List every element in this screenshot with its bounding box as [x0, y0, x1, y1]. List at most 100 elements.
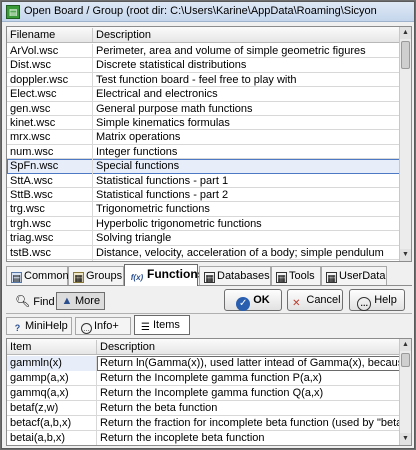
scrollbar-thumb[interactable]: [401, 353, 410, 367]
filename-cell: ArVol.wsc: [7, 44, 93, 59]
scroll-up-arrow-icon[interactable]: ▲: [400, 339, 411, 351]
column-header-item-description[interactable]: Description: [97, 340, 400, 354]
category-tabs: ▤ Common ▦ Groups f(x) Functions ▦ Databases…: [6, 264, 412, 286]
userdata-icon: ▦: [326, 272, 337, 283]
filename-cell: SttB.wsc: [7, 188, 93, 203]
column-header-description[interactable]: Description: [93, 28, 400, 42]
more-button[interactable]: ▲ More: [56, 292, 106, 310]
description-cell: Hyperbolic trigonometric functions: [93, 216, 400, 232]
filename-cell: Dist.wsc: [7, 58, 93, 74]
list-item[interactable]: gammp(a,x) Return the Incomplete gamma fu…: [7, 371, 400, 386]
item-description-cell: Return ln(Gamma(x)), used latter intead …: [97, 356, 400, 371]
table-row[interactable]: ArVol.wsc Perimeter, area and volume of s…: [7, 44, 400, 59]
item-cell: gammp(a,x): [7, 371, 97, 386]
list-item[interactable]: betaf(z,w) Return the beta function: [7, 401, 400, 416]
table-row[interactable]: SttA.wsc Statistical functions - part 1: [7, 173, 400, 189]
filename-cell: Elect.wsc: [7, 87, 93, 103]
tools-icon: ▦: [276, 272, 287, 283]
boards-table: Filename Description ArVol.wsc Perimeter,…: [6, 26, 412, 262]
filename-cell: kinet.wsc: [7, 116, 93, 131]
tab-userdata[interactable]: ▦ UserData: [321, 266, 387, 285]
filename-cell: SpFn.wsc: [7, 159, 93, 175]
filename-cell: trg.wsc: [7, 202, 93, 218]
table-row[interactable]: SpFn.wsc Special functions: [7, 159, 400, 175]
column-header-filename[interactable]: Filename: [7, 28, 93, 42]
filename-cell: gen.wsc: [7, 101, 93, 117]
items-scrollbar[interactable]: ▲ ▼: [399, 339, 411, 445]
list-item[interactable]: betacf(a,b,x) Return the fraction for inc…: [7, 416, 400, 431]
table-row[interactable]: trg.wsc Trigonometric functions: [7, 202, 400, 218]
filename-cell: trgh.wsc: [7, 216, 93, 232]
tab-groups[interactable]: ▦ Groups: [68, 266, 124, 285]
speech-bubble-icon: …: [81, 323, 92, 334]
description-cell: Simple kinematics formulas: [93, 116, 400, 131]
items-table-header: Item Description: [7, 339, 400, 355]
table-row[interactable]: trgh.wsc Hyperbolic trigonometric functio…: [7, 216, 400, 232]
item-cell: betacf(a,b,x): [7, 416, 97, 431]
help-icon: ?: [14, 323, 21, 333]
table-row[interactable]: doppler.wsc Test function board - feel fr…: [7, 72, 400, 88]
item-description-cell: Return the incoplete beta function: [97, 431, 400, 445]
description-cell: Trigonometric functions: [93, 202, 400, 218]
tab-items[interactable]: ☰ Items: [134, 315, 190, 335]
common-icon: ▤: [11, 272, 22, 283]
item-cell: gammq(a,x): [7, 386, 97, 401]
app-icon: ▤: [6, 5, 20, 19]
table-row[interactable]: SttB.wsc Statistical functions - part 2: [7, 188, 400, 203]
close-icon: ✕: [292, 298, 301, 309]
tab-info-plus[interactable]: … Info+: [75, 317, 131, 335]
table-row[interactable]: Elect.wsc Electrical and electronics: [7, 87, 400, 103]
window-title: Open Board / Group (root dir: C:\Users\K…: [24, 5, 377, 17]
open-board-dialog: ▤ Open Board / Group (root dir: C:\Users…: [1, 1, 415, 449]
boards-scrollbar[interactable]: ▲ ▼: [399, 27, 411, 261]
description-cell: General purpose math functions: [93, 101, 400, 117]
boards-table-header: Filename Description: [7, 27, 400, 43]
description-cell: Integer functions: [93, 144, 400, 160]
table-row[interactable]: triag.wsc Solving triangle: [7, 231, 400, 247]
cancel-button[interactable]: ✕ Cancel: [287, 289, 343, 311]
description-cell: Statistical functions - part 1: [93, 173, 400, 189]
tab-functions[interactable]: f(x) Functions: [124, 264, 204, 286]
scroll-up-arrow-icon[interactable]: ▲: [400, 27, 411, 39]
chevron-up-icon: ▲: [61, 295, 73, 307]
table-row[interactable]: num.wsc Integer functions: [7, 144, 400, 160]
filename-cell: num.wsc: [7, 144, 93, 160]
help-button[interactable]: … Help: [349, 289, 405, 311]
description-cell: Solving triangle: [93, 231, 400, 247]
table-row[interactable]: kinet.wsc Simple kinematics formulas: [7, 116, 400, 131]
info-tabs: ? MiniHelp … Info+ ☰ Items: [6, 315, 412, 336]
list-item[interactable]: gammln(x) Return ln(Gamma(x)), used latte…: [7, 356, 400, 371]
table-row[interactable]: tstB.wsc Distance, velocity, acceleration…: [7, 245, 400, 261]
list-icon: ☰: [141, 322, 150, 333]
list-item[interactable]: gammq(a,x) Return the Incomplete gamma fu…: [7, 386, 400, 401]
description-cell: Test function board - feel free to play …: [93, 72, 400, 88]
table-row[interactable]: Dist.wsc Discrete statistical distributio…: [7, 58, 400, 74]
item-description-cell: Return the beta function: [97, 401, 400, 416]
table-row[interactable]: mrx.wsc Matrix operations: [7, 130, 400, 146]
tab-common[interactable]: ▤ Common: [6, 266, 69, 285]
item-description-cell: Return the fraction for incomplete beta …: [97, 416, 400, 431]
table-row[interactable]: gen.wsc General purpose math functions: [7, 101, 400, 117]
find-button[interactable]: 🔍︎ Find: [10, 292, 60, 310]
item-description-cell: Return the Incomplete gamma function P(a…: [97, 371, 400, 386]
scroll-down-arrow-icon[interactable]: ▼: [400, 249, 411, 261]
ok-button[interactable]: ✓ OK: [224, 289, 282, 311]
tab-minihelp[interactable]: ? MiniHelp: [6, 317, 72, 335]
description-cell: Statistical functions - part 2: [93, 188, 400, 203]
scrollbar-thumb[interactable]: [401, 41, 410, 69]
search-icon: 🔍︎: [15, 294, 31, 308]
speech-bubble-icon: …: [357, 297, 372, 311]
item-cell: gammln(x): [7, 356, 97, 371]
tab-tools[interactable]: ▦ Tools: [271, 266, 321, 285]
functions-icon: f(x): [130, 273, 144, 282]
title-bar[interactable]: ▤ Open Board / Group (root dir: C:\Users…: [2, 2, 414, 22]
databases-icon: ▦: [204, 272, 215, 283]
description-cell: Discrete statistical distributions: [93, 58, 400, 74]
column-header-item[interactable]: Item: [7, 340, 97, 354]
item-cell: betai(a,b,x): [7, 431, 97, 445]
description-cell: Special functions: [93, 159, 400, 175]
toolbar-divider: [6, 313, 412, 314]
list-item[interactable]: betai(a,b,x) Return the incoplete beta fu…: [7, 431, 400, 445]
tab-databases[interactable]: ▦ Databases: [199, 266, 271, 285]
scroll-down-arrow-icon[interactable]: ▼: [400, 433, 411, 445]
